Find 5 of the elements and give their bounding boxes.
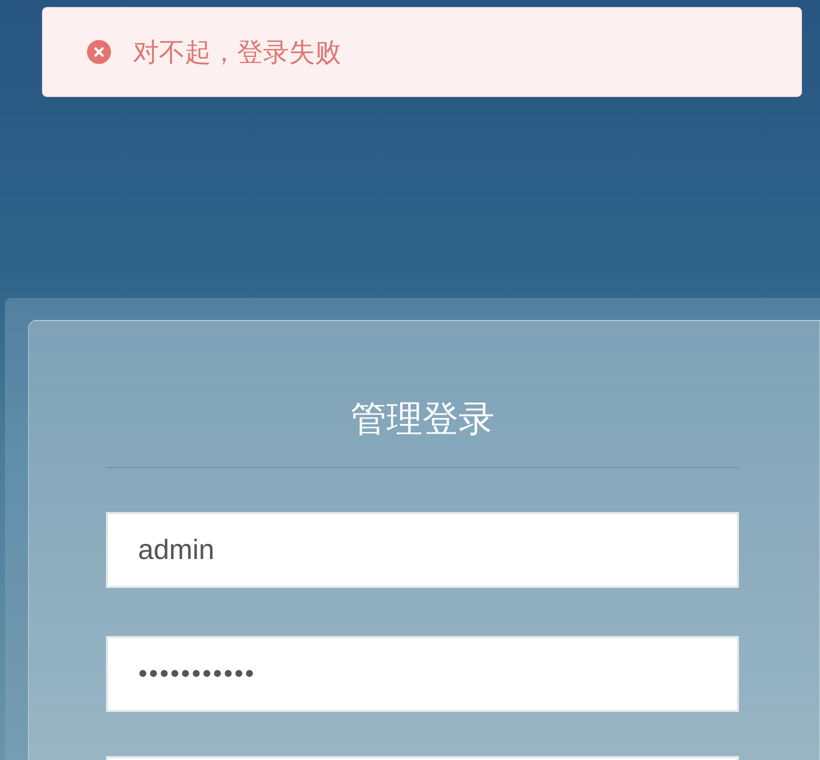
error-icon <box>87 40 111 64</box>
password-field[interactable]: ●●●●●●●●●●● <box>106 636 739 712</box>
login-title: 管理登录 <box>350 398 496 442</box>
alert-message: 对不起，登录失败 <box>133 36 341 70</box>
username-field[interactable]: admin <box>106 512 739 588</box>
